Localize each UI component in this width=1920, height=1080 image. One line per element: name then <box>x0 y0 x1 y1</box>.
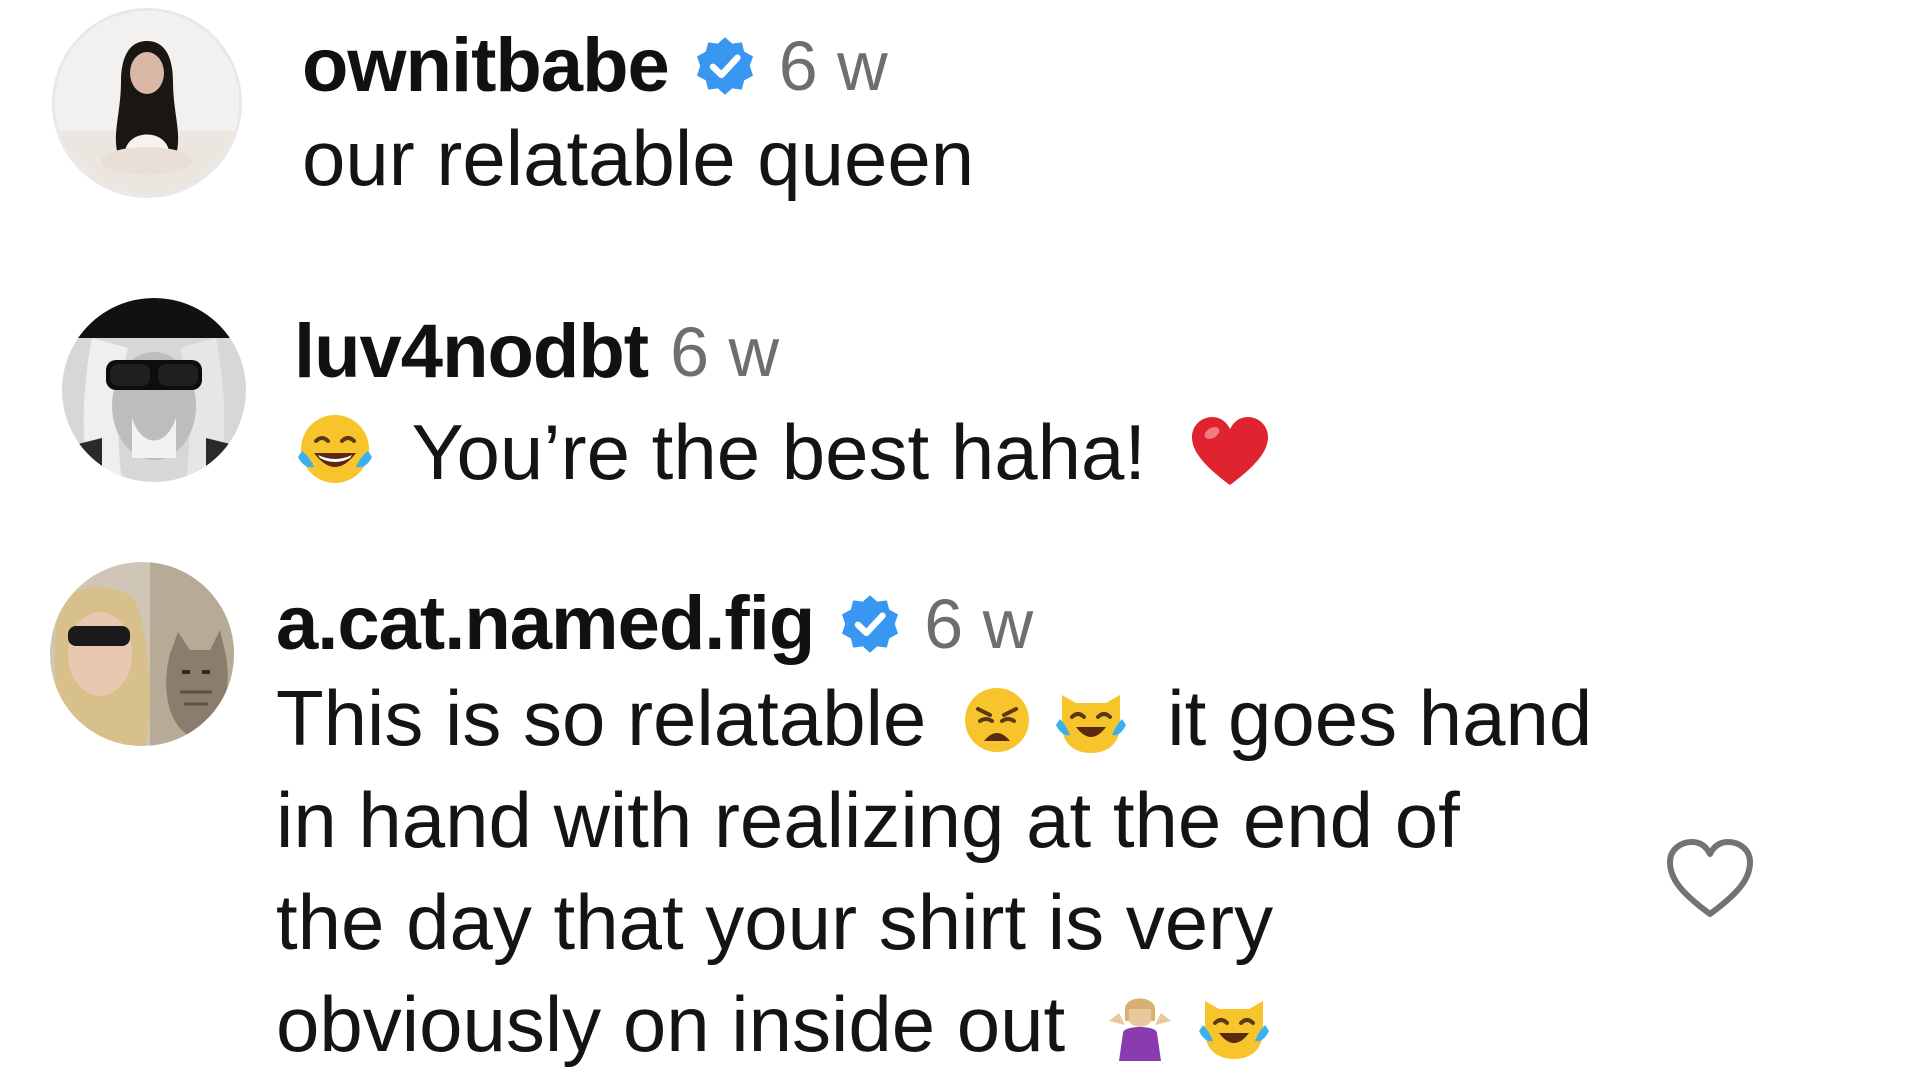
comment-header: luv4nodbt 6 w <box>294 308 1270 395</box>
comment-header: ownitbabe 6 w <box>302 22 974 109</box>
cat-with-tears-of-joy-icon <box>1197 991 1271 1061</box>
heart-outline-icon[interactable] <box>1664 836 1756 920</box>
comment-line-text: This is so relatable <box>276 674 927 762</box>
comment-text-content: You’re the best haha! <box>411 408 1147 496</box>
avatar[interactable] <box>52 8 242 198</box>
woman-portrait-avatar-icon <box>55 11 239 195</box>
comment-line: in hand with realizing at the end of <box>276 776 1460 864</box>
comment-text: You’re the best haha! <box>294 401 1270 503</box>
cat-with-tears-of-joy-icon <box>1054 685 1128 755</box>
weary-face-icon <box>962 685 1032 755</box>
comment-text: This is so relatable it goes hand in han… <box>276 667 1592 1075</box>
comment-text: our relatable queen <box>302 114 975 202</box>
timestamp: 6 w <box>924 584 1034 663</box>
verified-badge-icon <box>838 592 902 656</box>
timestamp: 6 w <box>778 26 888 105</box>
comment-line-text: obviously on inside out <box>276 980 1066 1068</box>
red-heart-icon <box>1190 415 1270 489</box>
avatar[interactable] <box>50 562 234 746</box>
comment-line-text: it goes hand <box>1167 674 1593 762</box>
timestamp: 6 w <box>670 312 780 391</box>
avatar[interactable] <box>62 298 246 482</box>
username[interactable]: a.cat.named.fig <box>276 580 815 667</box>
woman-with-cat-avatar-icon <box>50 562 234 746</box>
username[interactable]: ownitbabe <box>302 22 670 109</box>
sunglasses-bw-avatar-icon <box>62 298 246 482</box>
comment-header: a.cat.named.fig 6 w <box>276 580 1592 667</box>
comment-line: the day that your shirt is very <box>276 878 1274 966</box>
username[interactable]: luv4nodbt <box>294 308 649 395</box>
face-with-tears-of-joy-icon <box>294 411 376 489</box>
person-shrugging-icon <box>1105 991 1175 1061</box>
verified-badge-icon <box>693 34 757 98</box>
comment-line: This is so relatable it goes hand <box>276 667 1592 769</box>
comment-line: obviously on inside out <box>276 973 1592 1075</box>
